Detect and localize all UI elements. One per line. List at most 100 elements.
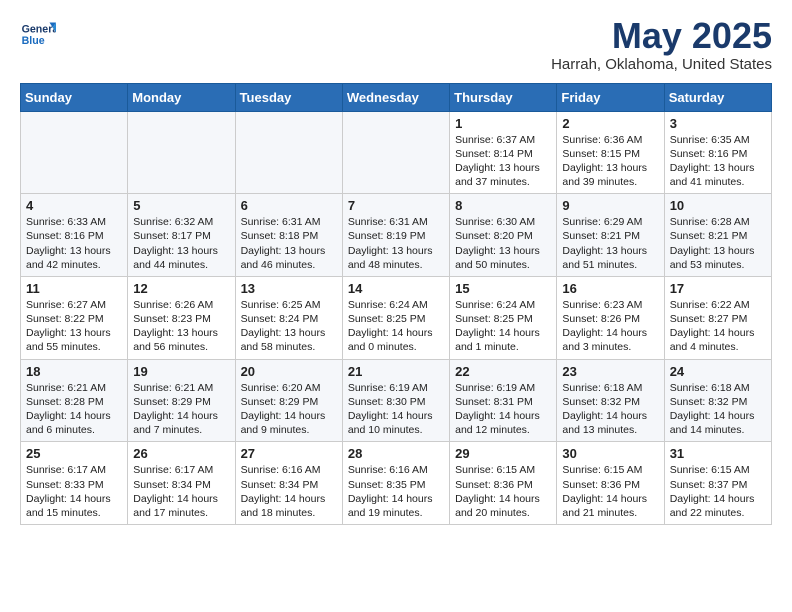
day-info-line: Daylight: 13 hours [26,244,122,258]
day-info-line: and 12 minutes. [455,423,551,437]
calendar-cell: 16Sunrise: 6:23 AMSunset: 8:26 PMDayligh… [557,276,664,359]
calendar-header-tuesday: Tuesday [235,83,342,111]
calendar-cell: 23Sunrise: 6:18 AMSunset: 8:32 PMDayligh… [557,359,664,442]
day-info-line: Sunset: 8:32 PM [670,395,766,409]
calendar-cell [342,111,449,194]
day-info-line: Sunset: 8:21 PM [562,229,658,243]
day-info-line: Sunset: 8:34 PM [133,478,229,492]
day-info-line: Sunset: 8:20 PM [455,229,551,243]
day-info-line: Daylight: 14 hours [241,492,337,506]
day-number: 1 [455,116,551,131]
day-info-line: and 7 minutes. [133,423,229,437]
day-number: 27 [241,446,337,461]
day-info-line: Sunset: 8:36 PM [562,478,658,492]
day-info-line: Sunset: 8:35 PM [348,478,444,492]
calendar-cell: 13Sunrise: 6:25 AMSunset: 8:24 PMDayligh… [235,276,342,359]
day-info-line: Sunset: 8:25 PM [455,312,551,326]
day-info-line: Daylight: 14 hours [348,409,444,423]
day-number: 20 [241,364,337,379]
calendar-header-saturday: Saturday [664,83,771,111]
calendar-cell: 9Sunrise: 6:29 AMSunset: 8:21 PMDaylight… [557,194,664,277]
calendar-cell: 11Sunrise: 6:27 AMSunset: 8:22 PMDayligh… [21,276,128,359]
calendar-cell [21,111,128,194]
page: General Blue May 2025 Harrah, Oklahoma, … [0,0,792,541]
day-info-line: Sunset: 8:26 PM [562,312,658,326]
day-info-line: Daylight: 13 hours [455,244,551,258]
calendar-week-row: 1Sunrise: 6:37 AMSunset: 8:14 PMDaylight… [21,111,772,194]
day-info-line: Daylight: 14 hours [26,409,122,423]
calendar-header-monday: Monday [128,83,235,111]
generalblue-logo-icon: General Blue [20,16,56,52]
day-info-line: Sunrise: 6:15 AM [455,463,551,477]
day-info-line: and 1 minute. [455,340,551,354]
day-info-line: Sunset: 8:17 PM [133,229,229,243]
day-info-line: Sunrise: 6:31 AM [241,215,337,229]
day-info-line: Sunset: 8:34 PM [241,478,337,492]
calendar-week-row: 18Sunrise: 6:21 AMSunset: 8:28 PMDayligh… [21,359,772,442]
location: Harrah, Oklahoma, United States [551,56,772,73]
day-info-line: Sunrise: 6:28 AM [670,215,766,229]
day-number: 21 [348,364,444,379]
day-info-line: Daylight: 14 hours [670,409,766,423]
day-info-line: and 41 minutes. [670,175,766,189]
day-info-line: and 18 minutes. [241,506,337,520]
header: General Blue May 2025 Harrah, Oklahoma, … [20,16,772,73]
day-info-line: Sunset: 8:36 PM [455,478,551,492]
day-info-line: Daylight: 13 hours [455,161,551,175]
day-number: 6 [241,198,337,213]
day-info-line: Daylight: 14 hours [562,492,658,506]
day-info-line: Daylight: 13 hours [670,161,766,175]
day-info-line: Sunrise: 6:27 AM [26,298,122,312]
day-info-line: Sunrise: 6:17 AM [26,463,122,477]
day-info-line: and 10 minutes. [348,423,444,437]
day-number: 10 [670,198,766,213]
calendar-cell: 3Sunrise: 6:35 AMSunset: 8:16 PMDaylight… [664,111,771,194]
day-info-line: Daylight: 14 hours [670,492,766,506]
day-info-line: Sunset: 8:29 PM [241,395,337,409]
day-info-line: and 37 minutes. [455,175,551,189]
day-info-line: Daylight: 14 hours [455,409,551,423]
day-info-line: and 6 minutes. [26,423,122,437]
day-info-line: Daylight: 13 hours [348,244,444,258]
day-number: 29 [455,446,551,461]
day-info-line: Sunset: 8:31 PM [455,395,551,409]
day-info-line: Sunset: 8:28 PM [26,395,122,409]
day-number: 15 [455,281,551,296]
day-number: 8 [455,198,551,213]
day-info-line: Daylight: 14 hours [133,409,229,423]
day-info-line: and 46 minutes. [241,258,337,272]
day-info-line: and 50 minutes. [455,258,551,272]
day-info-line: Sunrise: 6:19 AM [455,381,551,395]
day-info-line: and 9 minutes. [241,423,337,437]
day-info-line: and 22 minutes. [670,506,766,520]
day-info-line: and 17 minutes. [133,506,229,520]
day-info-line: Sunset: 8:18 PM [241,229,337,243]
day-info-line: Daylight: 13 hours [562,161,658,175]
day-info-line: Daylight: 13 hours [26,326,122,340]
day-info-line: and 21 minutes. [562,506,658,520]
calendar-cell: 10Sunrise: 6:28 AMSunset: 8:21 PMDayligh… [664,194,771,277]
calendar-cell [128,111,235,194]
day-info-line: Sunrise: 6:21 AM [26,381,122,395]
calendar-cell: 31Sunrise: 6:15 AMSunset: 8:37 PMDayligh… [664,442,771,525]
day-info-line: Daylight: 13 hours [562,244,658,258]
day-info-line: Daylight: 13 hours [670,244,766,258]
day-info-line: Sunset: 8:14 PM [455,147,551,161]
day-info-line: Sunset: 8:30 PM [348,395,444,409]
day-info-line: Sunset: 8:37 PM [670,478,766,492]
day-info-line: Daylight: 14 hours [455,492,551,506]
calendar-cell: 24Sunrise: 6:18 AMSunset: 8:32 PMDayligh… [664,359,771,442]
day-info-line: Sunrise: 6:37 AM [455,133,551,147]
day-info-line: Sunrise: 6:16 AM [348,463,444,477]
day-info-line: Daylight: 13 hours [133,244,229,258]
day-info-line: and 48 minutes. [348,258,444,272]
calendar-cell: 17Sunrise: 6:22 AMSunset: 8:27 PMDayligh… [664,276,771,359]
day-info-line: and 51 minutes. [562,258,658,272]
day-number: 9 [562,198,658,213]
day-number: 17 [670,281,766,296]
day-info-line: Daylight: 13 hours [241,326,337,340]
day-info-line: Sunrise: 6:33 AM [26,215,122,229]
calendar-cell: 6Sunrise: 6:31 AMSunset: 8:18 PMDaylight… [235,194,342,277]
day-number: 19 [133,364,229,379]
day-info-line: Sunset: 8:25 PM [348,312,444,326]
